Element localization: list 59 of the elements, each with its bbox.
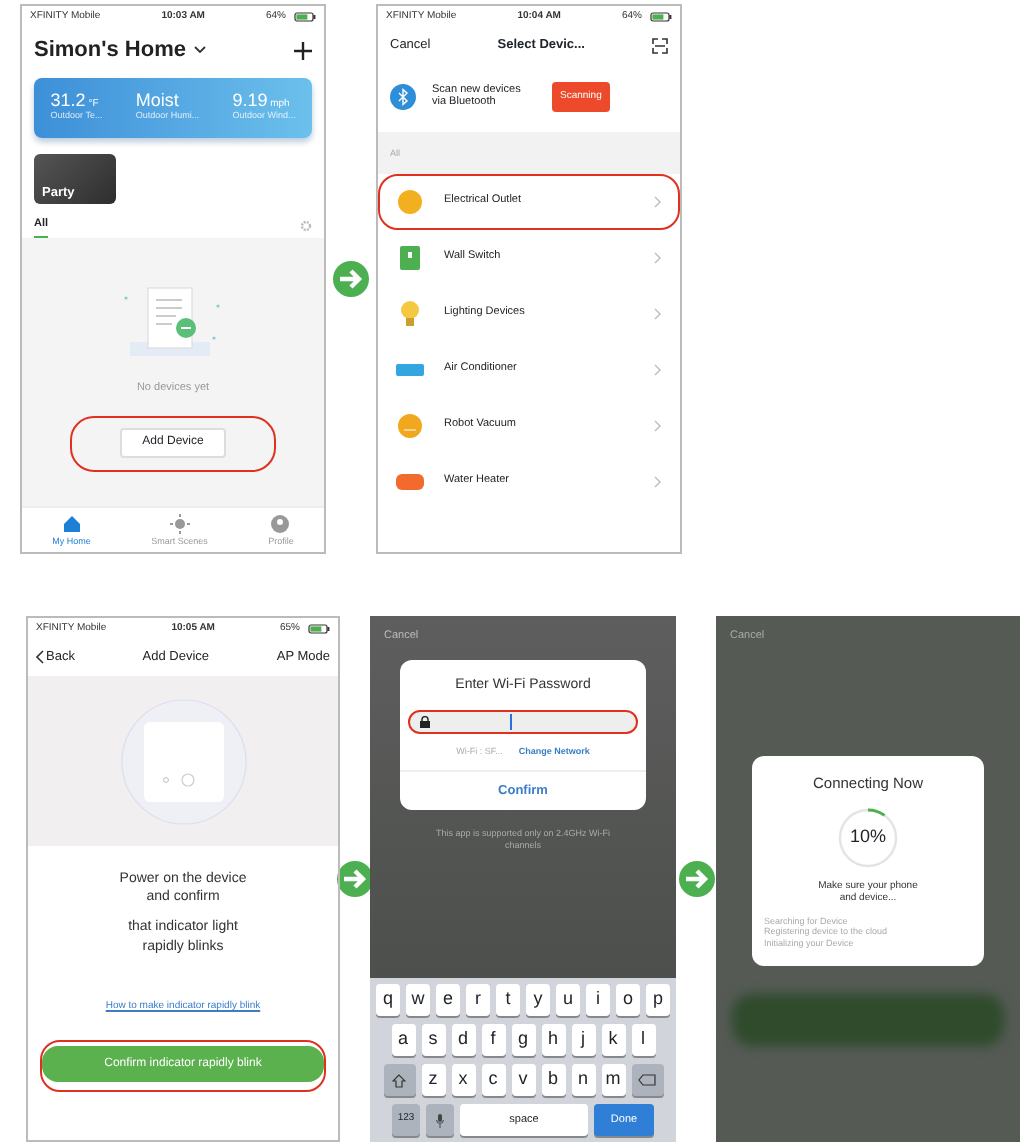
chevron-right-icon (654, 307, 662, 319)
bluetooth-icon (390, 83, 416, 110)
keyboard-key[interactable]: o (616, 984, 640, 1016)
keyboard-key[interactable]: h (541, 1024, 565, 1056)
keyboard-key[interactable]: l (631, 1024, 655, 1056)
scan-icon[interactable] (652, 37, 668, 54)
profile-icon (270, 513, 291, 534)
keyboard-key[interactable]: s (421, 1024, 445, 1056)
backspace-icon (638, 1074, 656, 1086)
text-cursor-icon (510, 713, 512, 730)
keyboard-key[interactable]: d (451, 1024, 475, 1056)
battery-icon (308, 624, 330, 635)
chevron-right-icon (654, 419, 662, 431)
device-drawing (119, 697, 247, 826)
battery-icon (294, 11, 316, 22)
keyboard-key[interactable]: z (421, 1064, 445, 1096)
keyboard-key[interactable]: e (436, 984, 460, 1016)
keyboard-key[interactable]: i (586, 984, 610, 1016)
keyboard-key[interactable]: n (571, 1064, 595, 1096)
keyboard-key[interactable]: u (556, 984, 580, 1016)
keyboard-key[interactable]: m (601, 1064, 625, 1096)
weather-value: Moist (135, 91, 179, 110)
arrow-circle-icon (336, 860, 374, 898)
microphone-icon (436, 1113, 444, 1127)
plus-icon[interactable] (294, 41, 312, 60)
chevron-right-icon (654, 195, 662, 207)
keyboard-key[interactable]: t (496, 984, 520, 1016)
home-title: Simon's Home (34, 36, 186, 66)
shift-icon (392, 1073, 406, 1087)
keyboard-key[interactable]: p (646, 984, 670, 1016)
battery-icon (650, 11, 672, 22)
microphone-key[interactable] (426, 1104, 454, 1136)
sun-icon (169, 513, 190, 534)
password-field[interactable] (408, 709, 638, 734)
keyboard-key[interactable]: r (466, 984, 490, 1016)
chevron-left-icon (36, 649, 44, 664)
arrow-circle-icon (677, 860, 715, 898)
keyboard-key[interactable]: k (601, 1024, 625, 1056)
keyboard-key[interactable]: a (391, 1024, 415, 1056)
chevron-down-icon (193, 46, 206, 55)
chevron-right-icon (654, 475, 662, 487)
keyboard-key[interactable]: f (481, 1024, 505, 1056)
keyboard-key[interactable]: v (511, 1064, 535, 1096)
shift-key[interactable] (383, 1064, 415, 1096)
keyboard-key[interactable]: b (541, 1064, 565, 1096)
progress-percent: 10% (849, 823, 886, 850)
keyboard-key[interactable]: q (376, 984, 400, 1016)
chevron-right-icon (654, 363, 662, 375)
keyboard-key[interactable]: x (451, 1064, 475, 1096)
keyboard-key[interactable]: j (571, 1024, 595, 1056)
home-icon (61, 513, 82, 534)
keyboard-key[interactable]: c (481, 1064, 505, 1096)
arrow-circle-icon (332, 259, 370, 297)
lock-icon (420, 715, 430, 728)
keyboard-key[interactable]: w (406, 984, 430, 1016)
keyboard-key[interactable]: g (511, 1024, 535, 1056)
chevron-right-icon (654, 251, 662, 263)
backspace-key[interactable] (631, 1064, 663, 1096)
keyboard-key[interactable]: y (526, 984, 550, 1016)
